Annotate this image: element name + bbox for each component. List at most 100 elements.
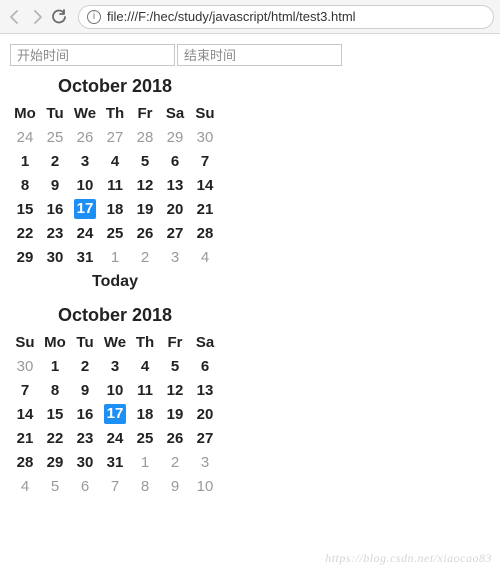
calendar-day[interactable]: 3: [160, 245, 190, 269]
calendar-day[interactable]: 6: [70, 474, 100, 498]
calendar-day[interactable]: 26: [70, 125, 100, 149]
calendar-day[interactable]: 1: [100, 245, 130, 269]
calendar-day[interactable]: 25: [100, 221, 130, 245]
calendar-day[interactable]: 2: [130, 245, 160, 269]
calendar-day[interactable]: 9: [160, 474, 190, 498]
calendar-day[interactable]: 20: [190, 402, 220, 426]
today-button[interactable]: Today: [10, 273, 220, 291]
calendar-day[interactable]: 13: [160, 173, 190, 197]
calendar-day[interactable]: 23: [70, 426, 100, 450]
address-bar[interactable]: i file:///F:/hec/study/javascript/html/t…: [78, 5, 494, 29]
calendar-day[interactable]: 15: [40, 402, 70, 426]
calendar-day[interactable]: 7: [100, 474, 130, 498]
calendar-day[interactable]: 2: [160, 450, 190, 474]
calendar-day[interactable]: 12: [130, 173, 160, 197]
calendar-day[interactable]: 11: [100, 173, 130, 197]
calendar-day[interactable]: 12: [160, 378, 190, 402]
calendar-day[interactable]: 23: [40, 221, 70, 245]
calendar-title[interactable]: October 2018: [10, 70, 220, 101]
calendar-day[interactable]: 24: [70, 221, 100, 245]
calendar-day[interactable]: 21: [10, 426, 40, 450]
day-of-week-header: Mo: [10, 101, 40, 125]
calendar-day[interactable]: 29: [10, 245, 40, 269]
day-of-week-header: We: [70, 101, 100, 125]
back-icon[interactable]: [6, 8, 24, 26]
calendar-start: October 2018 MoTuWeThFrSaSu2425262728293…: [10, 70, 220, 269]
calendar-day[interactable]: 14: [190, 173, 220, 197]
calendar-day[interactable]: 4: [190, 245, 220, 269]
calendar-grid: MoTuWeThFrSaSu24252627282930123456789101…: [10, 101, 220, 269]
start-date-input[interactable]: [10, 44, 175, 66]
calendar-day[interactable]: 10: [190, 474, 220, 498]
calendar-day[interactable]: 5: [130, 149, 160, 173]
calendar-day[interactable]: 11: [130, 378, 160, 402]
calendar-day[interactable]: 4: [100, 149, 130, 173]
calendar-day[interactable]: 30: [40, 245, 70, 269]
calendar-day[interactable]: 8: [130, 474, 160, 498]
calendar-day[interactable]: 17: [70, 197, 100, 221]
calendar-day[interactable]: 21: [190, 197, 220, 221]
calendar-day[interactable]: 26: [160, 426, 190, 450]
calendar-day[interactable]: 20: [160, 197, 190, 221]
calendar-day[interactable]: 10: [100, 378, 130, 402]
calendar-day[interactable]: 25: [130, 426, 160, 450]
calendar-day[interactable]: 18: [100, 197, 130, 221]
calendar-day[interactable]: 30: [70, 450, 100, 474]
calendar-day[interactable]: 14: [10, 402, 40, 426]
calendar-day[interactable]: 22: [10, 221, 40, 245]
calendar-day[interactable]: 8: [40, 378, 70, 402]
day-of-week-header: Tu: [70, 330, 100, 354]
forward-icon[interactable]: [28, 8, 46, 26]
calendar-day[interactable]: 16: [40, 197, 70, 221]
calendar-day[interactable]: 25: [40, 125, 70, 149]
reload-icon[interactable]: [50, 8, 68, 26]
calendar-day[interactable]: 4: [10, 474, 40, 498]
calendar-day[interactable]: 7: [190, 149, 220, 173]
calendar-day[interactable]: 31: [70, 245, 100, 269]
calendar-day[interactable]: 30: [190, 125, 220, 149]
end-date-input[interactable]: [177, 44, 342, 66]
calendar-day[interactable]: 29: [160, 125, 190, 149]
calendar-day[interactable]: 1: [130, 450, 160, 474]
calendar-day[interactable]: 17: [100, 402, 130, 426]
calendar-day[interactable]: 8: [10, 173, 40, 197]
calendar-day[interactable]: 2: [40, 149, 70, 173]
calendar-day[interactable]: 9: [70, 378, 100, 402]
calendar-day[interactable]: 13: [190, 378, 220, 402]
calendar-day[interactable]: 10: [70, 173, 100, 197]
calendar-day[interactable]: 4: [130, 354, 160, 378]
calendar-day[interactable]: 27: [160, 221, 190, 245]
calendar-day[interactable]: 22: [40, 426, 70, 450]
calendar-day[interactable]: 27: [190, 426, 220, 450]
calendar-day[interactable]: 19: [160, 402, 190, 426]
calendar-day[interactable]: 31: [100, 450, 130, 474]
calendar-day[interactable]: 3: [100, 354, 130, 378]
calendar-day[interactable]: 1: [40, 354, 70, 378]
calendar-day[interactable]: 29: [40, 450, 70, 474]
calendar-day[interactable]: 3: [190, 450, 220, 474]
calendar-day[interactable]: 3: [70, 149, 100, 173]
calendar-day[interactable]: 18: [130, 402, 160, 426]
calendar-day[interactable]: 5: [40, 474, 70, 498]
calendar-day[interactable]: 26: [130, 221, 160, 245]
calendar-day[interactable]: 28: [130, 125, 160, 149]
calendar-day[interactable]: 2: [70, 354, 100, 378]
calendar-day[interactable]: 5: [160, 354, 190, 378]
calendar-day[interactable]: 28: [190, 221, 220, 245]
calendar-day[interactable]: 7: [10, 378, 40, 402]
calendar-day[interactable]: 28: [10, 450, 40, 474]
calendar-title[interactable]: October 2018: [10, 299, 220, 330]
day-of-week-header: Su: [10, 330, 40, 354]
calendar-day[interactable]: 16: [70, 402, 100, 426]
calendar-day[interactable]: 30: [10, 354, 40, 378]
calendar-day[interactable]: 1: [10, 149, 40, 173]
calendar-day[interactable]: 6: [190, 354, 220, 378]
info-icon[interactable]: i: [87, 10, 101, 24]
calendar-day[interactable]: 24: [10, 125, 40, 149]
calendar-day[interactable]: 27: [100, 125, 130, 149]
calendar-day[interactable]: 15: [10, 197, 40, 221]
calendar-day[interactable]: 19: [130, 197, 160, 221]
calendar-day[interactable]: 24: [100, 426, 130, 450]
calendar-day[interactable]: 9: [40, 173, 70, 197]
calendar-day[interactable]: 6: [160, 149, 190, 173]
